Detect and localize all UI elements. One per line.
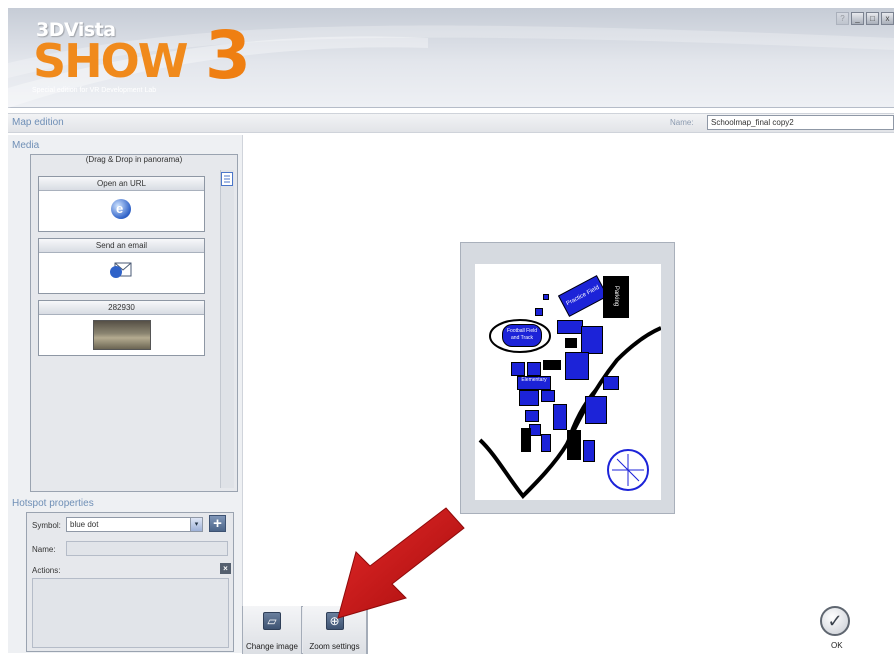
actions-label: Actions: xyxy=(32,566,61,575)
section-title: Map edition xyxy=(12,117,64,128)
map-building xyxy=(521,428,531,452)
map-building xyxy=(535,308,543,316)
globe-e-glyph: e xyxy=(116,201,124,216)
media-item-panorama[interactable]: 282930 xyxy=(38,300,205,356)
media-item-label: 282930 xyxy=(39,301,204,315)
ok-button[interactable]: ✓ xyxy=(820,606,850,636)
media-item-send-email[interactable]: Send an email xyxy=(38,238,205,294)
map-building xyxy=(541,434,551,452)
media-item-label: Send an email xyxy=(39,239,204,253)
chevron-down-icon[interactable]: ▾ xyxy=(190,518,202,531)
maximize-icon[interactable]: □ xyxy=(866,12,879,25)
parking-text: Parking xyxy=(613,285,619,307)
map-name-input[interactable] xyxy=(707,115,894,130)
remove-action-icon[interactable]: × xyxy=(220,563,231,574)
scroll-grip-icon xyxy=(224,175,230,183)
map-label-football: Football Field and Track xyxy=(502,324,542,347)
media-title: Media xyxy=(12,140,40,151)
map-building xyxy=(541,390,555,402)
minimize-icon[interactable]: _ xyxy=(851,12,864,25)
map-building xyxy=(565,338,577,348)
symbol-label: Symbol: xyxy=(32,521,61,530)
map-building xyxy=(525,410,539,422)
email-icon xyxy=(110,262,132,278)
window-controls: ? _ □ x xyxy=(836,12,894,25)
map-building xyxy=(553,404,567,430)
map-building xyxy=(543,360,561,370)
name-label: Name: xyxy=(670,118,694,127)
actions-list[interactable] xyxy=(32,578,229,648)
media-scrollbar[interactable] xyxy=(220,170,234,488)
brand-subtitle: Special edition for VR Development Lab xyxy=(32,87,157,94)
change-image-button[interactable]: ▱ Change image xyxy=(243,606,302,654)
hotspot-name-field[interactable] xyxy=(66,541,228,556)
map-building xyxy=(519,390,539,406)
add-symbol-button[interactable]: + xyxy=(209,515,226,532)
map-building xyxy=(557,320,583,334)
symbol-select[interactable]: blue dot xyxy=(66,517,203,532)
panorama-thumbnail xyxy=(93,320,151,350)
ok-label: OK xyxy=(831,641,843,650)
brand-logo-main: SHOW xyxy=(33,34,188,88)
help-icon[interactable]: ? xyxy=(836,12,849,25)
brand-logo-number: 3 xyxy=(205,17,251,94)
map-building xyxy=(567,430,581,460)
map-building xyxy=(565,352,589,380)
hotspot-properties-title: Hotspot properties xyxy=(12,498,94,509)
map-building xyxy=(581,326,603,354)
hotspot-name-label: Name: xyxy=(32,545,56,554)
map-image[interactable]: Football Field and Track Practice Field … xyxy=(475,264,661,500)
map-label-elementary: Elementary xyxy=(517,376,551,390)
red-arrow-icon xyxy=(337,507,465,619)
map-building xyxy=(527,362,541,376)
zoom-settings-label: Zoom settings xyxy=(309,642,360,651)
media-drag-hint: (Drag & Drop in panorama) xyxy=(85,155,183,164)
change-image-label: Change image xyxy=(245,642,299,651)
scrollbar-thumb[interactable] xyxy=(221,172,233,186)
close-icon[interactable]: x xyxy=(881,12,894,25)
media-item-label: Open an URL xyxy=(39,177,204,191)
map-building xyxy=(511,362,525,376)
map-building xyxy=(603,376,619,390)
map-building xyxy=(583,440,595,462)
media-item-open-url[interactable]: Open an URL e xyxy=(38,176,205,232)
map-building xyxy=(543,294,549,300)
map-building xyxy=(585,396,607,424)
image-icon: ▱ xyxy=(263,612,281,630)
map-label-parking: Parking xyxy=(603,276,629,318)
